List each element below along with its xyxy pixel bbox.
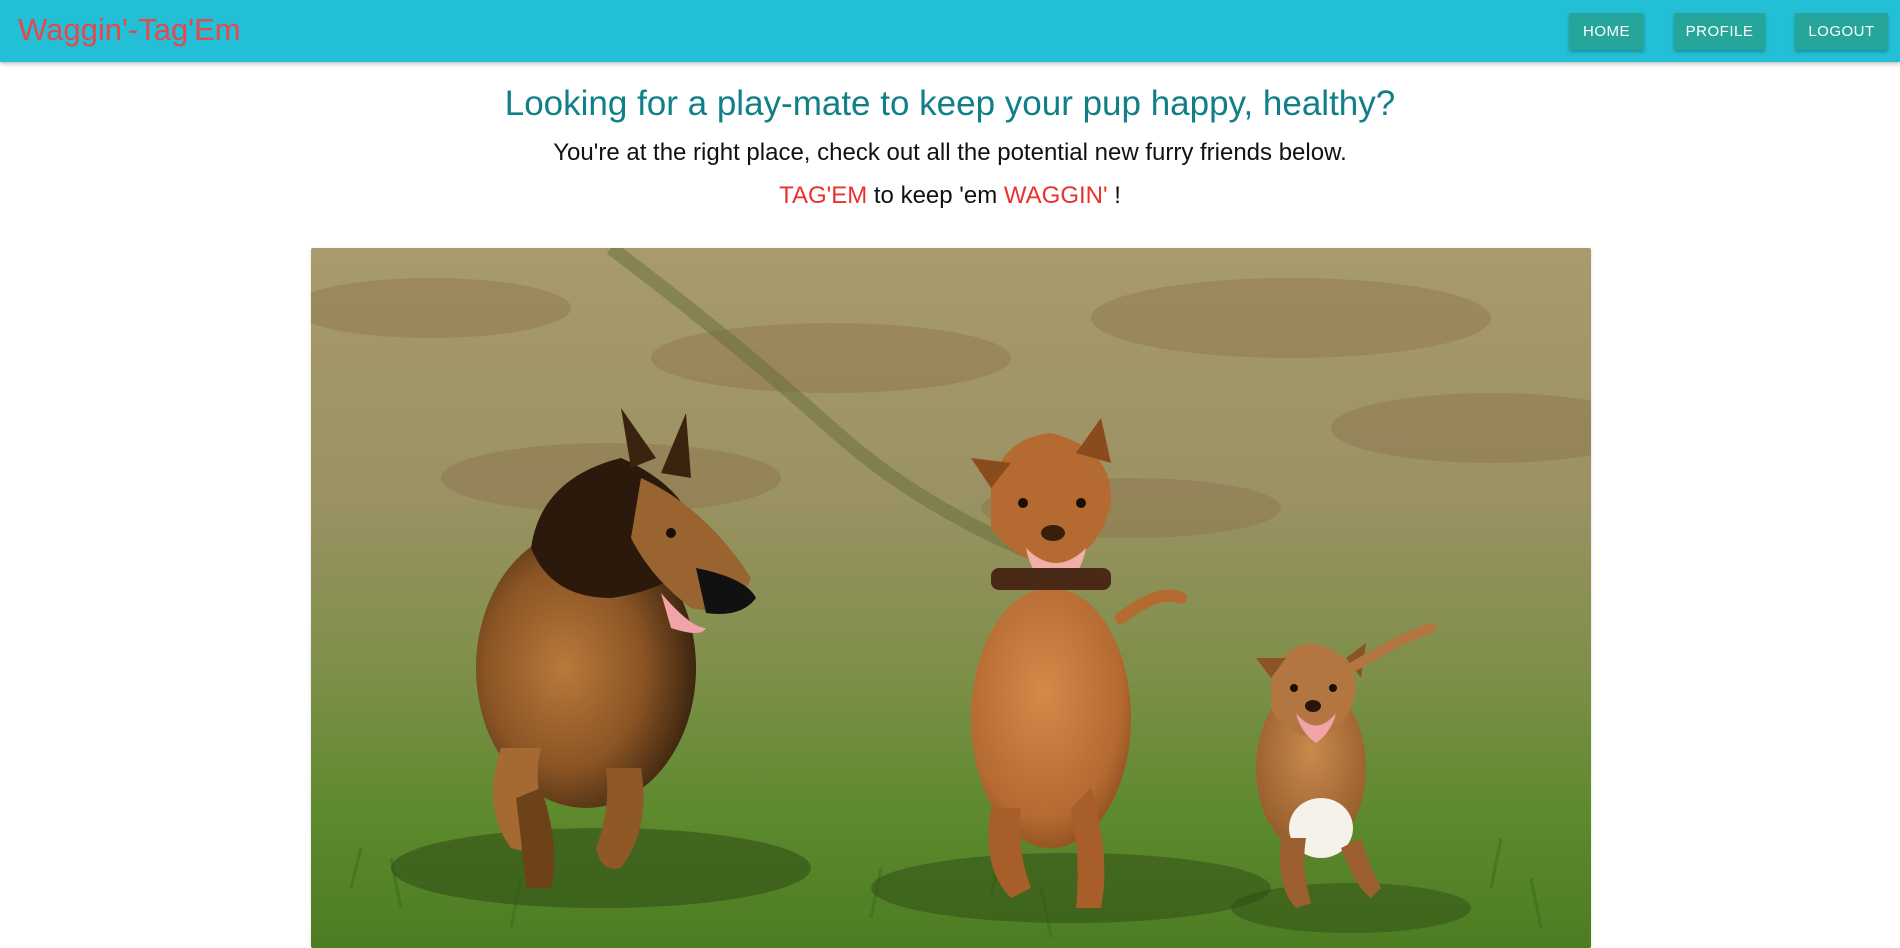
dogs-running-illustration	[311, 248, 1591, 948]
page-title: Looking for a play-mate to keep your pup…	[504, 84, 1396, 123]
tagline-tagem: TAG'EM	[779, 182, 868, 209]
tagline-waggin: WAGGIN'	[1003, 182, 1108, 209]
top-navbar: Waggin'-Tag'Em HOME PROFILE LOGOUT	[0, 0, 1900, 62]
profile-button[interactable]: PROFILE	[1674, 13, 1765, 50]
logout-button[interactable]: LOGOUT	[1795, 13, 1888, 50]
tagline-end: !	[1107, 182, 1121, 209]
tagline: TAG'EM to keep 'em WAGGIN' !	[0, 180, 1900, 212]
home-button[interactable]: HOME	[1569, 13, 1644, 50]
tagline-middle: to keep 'em	[867, 182, 1004, 209]
brand-logo-link[interactable]: Waggin'-Tag'Em	[18, 12, 241, 48]
dogs-running-photo	[311, 248, 1591, 948]
page-subtitle: You're at the right place, check out all…	[553, 139, 1347, 166]
